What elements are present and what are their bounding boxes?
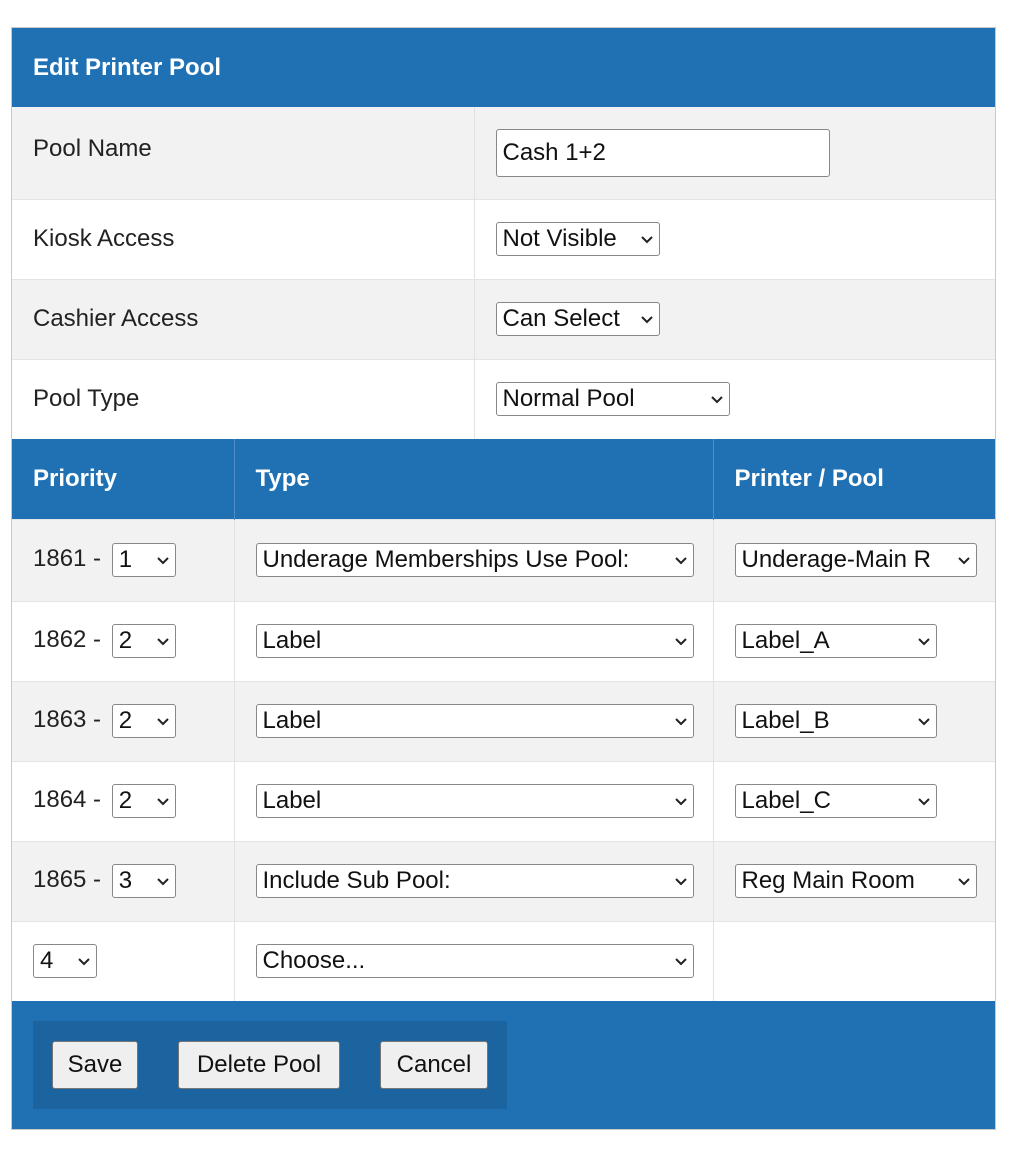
priority-select[interactable]: 3 (111, 864, 176, 898)
button-group: Save Delete Pool Cancel (33, 1021, 507, 1109)
chevron-down-icon (640, 236, 653, 244)
priority-value: 2 (118, 627, 133, 654)
printer-pool-select[interactable]: Label_B (734, 704, 937, 738)
type-select[interactable]: Label (255, 624, 694, 658)
chevron-down-icon (917, 718, 930, 726)
chevron-down-icon (957, 878, 970, 886)
type-value: Underage Memberships Use Pool: (262, 546, 630, 573)
table-row: 1862 - 2 Label Label_A (12, 600, 995, 681)
type-select[interactable]: Label (255, 704, 694, 738)
priority-value: 2 (118, 787, 133, 814)
printer-pool-select[interactable]: Underage-Main R (734, 543, 977, 577)
save-button[interactable]: Save (52, 1041, 138, 1089)
chevron-down-icon (674, 557, 687, 565)
new-priority-row: 4 Choose... (12, 920, 995, 1001)
cashier-access-row: Cashier Access Can Select (12, 278, 995, 359)
empty-printer-cell (713, 920, 995, 1001)
printer-pool-value: Label_A (741, 627, 830, 654)
chevron-down-icon (957, 557, 970, 565)
priority-value: 1 (118, 546, 133, 573)
table-row: 1861 - 1 Underage Memberships Use Pool: … (12, 518, 995, 601)
kiosk-access-value: Not Visible (502, 225, 617, 252)
kiosk-access-row: Kiosk Access Not Visible (12, 198, 995, 279)
new-priority-select[interactable]: 4 (33, 944, 97, 979)
printer-pool-value: Label_B (741, 707, 830, 734)
chevron-down-icon (640, 316, 653, 324)
new-priority-value: 4 (40, 947, 54, 975)
printer-pool-select[interactable]: Reg Main Room (734, 864, 977, 898)
pool-name-row: Pool Name (12, 107, 995, 199)
pool-settings-table: Pool Name Kiosk Access Not Visible Cashi… (12, 107, 995, 439)
type-select[interactable]: Underage Memberships Use Pool: (255, 543, 694, 577)
pool-name-input[interactable] (495, 128, 830, 177)
printer-pool-value: Label_C (741, 787, 831, 814)
row-id: 1863 - (33, 706, 102, 734)
type-select[interactable]: Label (255, 784, 694, 818)
table-row: 1865 - 3 Include Sub Pool: Reg Main Room (12, 840, 995, 921)
printer-pool-select[interactable]: Label_C (734, 784, 937, 818)
chevron-down-icon (674, 878, 687, 886)
panel-title: Edit Printer Pool (12, 28, 995, 107)
chevron-down-icon (157, 557, 169, 565)
table-row: 1864 - 2 Label Label_C (12, 760, 995, 841)
new-type-value: Choose... (262, 947, 366, 975)
kiosk-access-label: Kiosk Access (12, 198, 475, 279)
chevron-down-icon (917, 638, 930, 646)
priority-value: 3 (118, 867, 133, 894)
row-id: 1864 - (33, 786, 102, 814)
printer-pool-value: Reg Main Room (741, 867, 915, 894)
chevron-down-icon (157, 638, 169, 646)
cashier-access-select[interactable]: Can Select (495, 302, 660, 336)
priority-select[interactable]: 2 (111, 784, 176, 818)
chevron-down-icon (674, 638, 687, 646)
action-footer: Save Delete Pool Cancel (12, 1001, 995, 1129)
printer-pool-select[interactable]: Label_A (734, 624, 937, 658)
cashier-access-value: Can Select (502, 305, 620, 332)
table-row: 1863 - 2 Label Label_B (12, 680, 995, 761)
pool-name-label: Pool Name (12, 107, 475, 199)
chevron-down-icon (710, 396, 723, 404)
chevron-down-icon (674, 718, 687, 726)
row-id: 1865 - (33, 866, 102, 894)
type-value: Label (262, 627, 322, 654)
priority-select[interactable]: 2 (111, 704, 176, 738)
column-header-priority: Priority (12, 439, 235, 519)
pool-type-row: Pool Type Normal Pool (12, 358, 995, 439)
printer-pool-value: Underage-Main R (741, 546, 931, 573)
chevron-down-icon (674, 798, 687, 806)
type-value: Include Sub Pool: (262, 867, 451, 894)
priority-table-header: Priority Type Printer / Pool (12, 439, 995, 519)
edit-printer-pool-panel: Edit Printer Pool Pool Name Kiosk Access… (11, 27, 996, 1130)
printer-priority-table: Priority Type Printer / Pool 1861 - 1 Un… (12, 439, 995, 1001)
priority-value: 2 (118, 707, 133, 734)
delete-pool-button[interactable]: Delete Pool (178, 1041, 340, 1089)
chevron-down-icon (917, 798, 930, 806)
type-value: Label (262, 787, 322, 814)
cashier-access-label: Cashier Access (12, 278, 475, 359)
chevron-down-icon (157, 798, 169, 806)
type-select[interactable]: Include Sub Pool: (255, 864, 694, 898)
pool-type-select[interactable]: Normal Pool (495, 382, 730, 417)
row-id: 1862 - (33, 626, 102, 654)
chevron-down-icon (674, 958, 687, 966)
new-type-select[interactable]: Choose... (255, 944, 694, 979)
cancel-button[interactable]: Cancel (380, 1041, 488, 1089)
pool-type-label: Pool Type (12, 358, 475, 439)
priority-select[interactable]: 2 (111, 624, 176, 658)
column-header-type: Type (234, 439, 714, 519)
chevron-down-icon (157, 718, 169, 726)
chevron-down-icon (157, 878, 169, 886)
priority-select[interactable]: 1 (111, 543, 176, 577)
chevron-down-icon (78, 958, 90, 966)
column-header-printer-pool: Printer / Pool (713, 439, 995, 519)
row-id: 1861 - (33, 545, 102, 573)
pool-type-value: Normal Pool (502, 385, 635, 413)
kiosk-access-select[interactable]: Not Visible (495, 222, 660, 256)
type-value: Label (262, 707, 322, 734)
